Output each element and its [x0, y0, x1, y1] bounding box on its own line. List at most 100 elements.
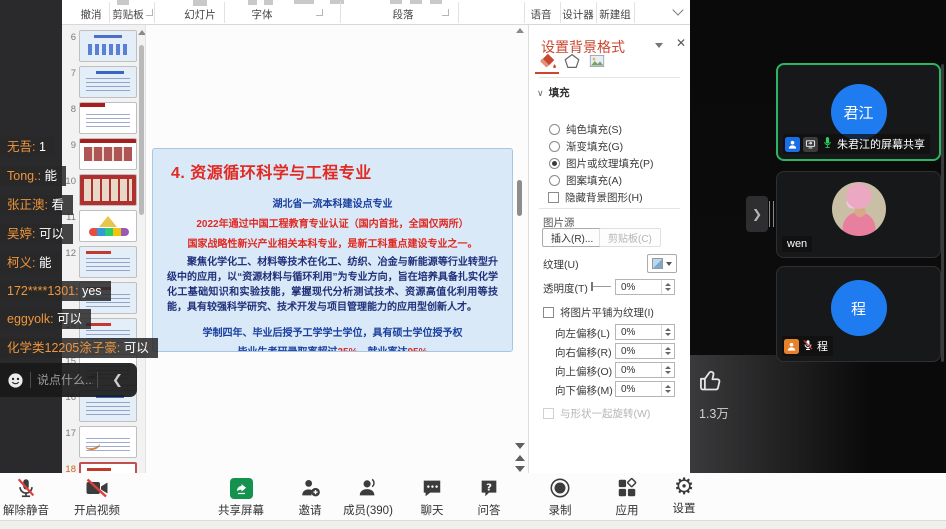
settings-icon: ⚙ [647, 475, 721, 497]
radio-gradient-fill[interactable]: 渐变填充(G) [549, 139, 623, 153]
start-video-button[interactable]: 开启视频 [60, 477, 134, 518]
previous-slide-icon[interactable] [515, 455, 525, 461]
paragraph-dialog-launcher-icon[interactable] [442, 9, 449, 16]
chat-input-bar: ❮ [0, 363, 137, 397]
slide-body-text: 聚焦化学化工、材料等技术在化工、纺织、冶金与新能源等行业转型升级中的应用，以“资… [163, 255, 502, 315]
thumbnail-scroll-up-icon[interactable] [138, 30, 146, 35]
like-widget[interactable]: 1.3万 [697, 367, 757, 422]
chat-message: 化学类12205涂子豪: 可以 [0, 338, 158, 358]
chat-message: 吴婷: 可以 [0, 224, 73, 244]
collapse-ribbon-icon[interactable] [672, 4, 683, 15]
slide-content-box[interactable]: 4. 资源循环科学与工程专业 湖北省一流本科建设点专业 2022年通过中国工程教… [152, 148, 513, 352]
radio-pattern-fill[interactable]: 图案填充(A) [549, 173, 622, 187]
slide-subtitle-3: 国家战略性新兴产业相关本科专业，是新工科重点建设专业之一。 [163, 235, 502, 250]
offset-down-label: 向下偏移(M) [555, 383, 613, 398]
transparency-slider[interactable] [593, 286, 611, 287]
qa-button[interactable]: ? 问答 [452, 477, 526, 518]
slide-scrollbar[interactable] [517, 180, 522, 216]
offset-left-label: 向左偏移(L) [555, 326, 610, 341]
ribbon-group-designer[interactable]: 设计器 [562, 7, 594, 22]
participant-tile-junjiang[interactable]: 君江 朱君江的屏幕共享 [776, 63, 941, 161]
fill-section-header[interactable]: ∨填充 [537, 85, 570, 100]
checkbox-tile-picture[interactable]: 将图片平铺为纹理(I) [543, 305, 654, 319]
slide-footer-1: 学制四年、毕业后授予工学学士学位，具有硕士学位授予权 [163, 324, 502, 339]
ribbon-group-font[interactable]: 字体 [252, 7, 273, 22]
ribbon-group-slides[interactable]: 幻灯片 [184, 7, 216, 22]
transparency-spinner[interactable]: 0% [615, 279, 675, 295]
members-button[interactable]: 成员(390) [331, 477, 405, 518]
chat-input[interactable] [31, 373, 97, 387]
slide-thumb-11[interactable]: 11 [62, 210, 146, 246]
offset-down-spinner[interactable]: 0% [615, 381, 675, 397]
tab-shape-pentagon-icon[interactable] [560, 48, 584, 74]
slide-thumb-6[interactable]: 6 [62, 30, 146, 66]
slide-thumbnail-panel: 6 7 8 9 10 11 12 13 14 15 16 17 18 [62, 25, 146, 473]
panel-drag-handle[interactable] [769, 201, 774, 227]
ribbon-group-voice[interactable]: 语音 [531, 7, 552, 22]
transparency-label: 透明度(T) [543, 281, 588, 296]
member-icon [784, 339, 799, 354]
offset-left-spinner[interactable]: 0% [615, 324, 675, 340]
offset-up-spinner[interactable]: 0% [615, 362, 675, 378]
ribbon-group-paragraph[interactable]: 段落 [393, 7, 414, 22]
chat-message: Tong.: 能 [0, 166, 66, 186]
checkbox-rotate-with-shape[interactable]: 与形状一起旋转(W) [543, 406, 650, 420]
tab-fill-bucket-icon[interactable] [535, 48, 559, 74]
slide-thumb-12[interactable]: 12 [62, 246, 146, 282]
participant-label: 程 [782, 336, 833, 356]
participant-scrollbar[interactable] [941, 64, 944, 362]
participant-tile-cheng[interactable]: 程 程 [776, 266, 941, 362]
thumbnail-scrollbar[interactable] [139, 45, 144, 215]
tab-picture-icon[interactable] [585, 48, 609, 74]
texture-dropdown[interactable] [647, 254, 677, 273]
svg-text:?: ? [486, 482, 492, 493]
radio-solid-fill[interactable]: 纯色填充(S) [549, 122, 622, 136]
emoji-icon[interactable] [0, 372, 30, 389]
settings-button[interactable]: ⚙ 设置 [647, 475, 721, 516]
next-slide-icon[interactable] [515, 466, 525, 472]
checkbox-hide-background[interactable]: 隐藏背景图形(H) [548, 190, 643, 204]
texture-label: 纹理(U) [543, 257, 579, 272]
mic-muted-icon [802, 339, 814, 354]
scroll-down-icon[interactable] [515, 443, 525, 449]
meeting-toolbar: 解除静音 开启视频 共享屏幕 邀请 成员(390) 聊天 ? 问答 [0, 473, 946, 520]
slide-thumb-18[interactable]: 18 [62, 462, 146, 473]
mic-on-icon [821, 136, 834, 152]
participant-label: wen [782, 236, 812, 252]
radio-picture-texture-fill[interactable]: 图片或纹理填充(P) [549, 156, 654, 170]
panel-menu-icon[interactable] [655, 43, 663, 48]
bottom-strip [0, 520, 946, 529]
slide-thumb-17[interactable]: 17 [62, 426, 146, 462]
slide-thumb-8[interactable]: 8 [62, 102, 146, 138]
chat-collapse-icon[interactable]: ❮ [98, 372, 137, 388]
thumbs-up-icon[interactable] [697, 381, 724, 398]
slide-thumb-7[interactable]: 7 [62, 66, 146, 102]
clipboard-dialog-launcher-icon[interactable] [146, 9, 153, 16]
share-screen-button[interactable]: 共享屏幕 [204, 477, 278, 518]
clipboard-button[interactable]: 剪贴板(C) [599, 228, 661, 247]
slide-edit-area[interactable]: 4. 资源循环科学与工程专业 湖北省一流本科建设点专业 2022年通过中国工程教… [146, 25, 528, 473]
offset-up-label: 向上偏移(O) [555, 364, 612, 379]
ribbon-group-newgroup[interactable]: 新建组 [599, 7, 631, 22]
participant-tile-wen[interactable]: wen [776, 171, 941, 258]
slide-thumb-9[interactable]: 9 [62, 138, 146, 174]
slide-scroll-up-icon[interactable] [516, 28, 524, 33]
panel-close-icon[interactable]: ✕ [676, 36, 686, 50]
panel-collapse-icon[interactable]: ❯ [746, 196, 768, 232]
meeting-window: 撤消 剪贴板 幻灯片 字体 段落 语音 设计器 新建组 6 7 8 9 10 1… [0, 0, 946, 529]
members-icon [331, 477, 405, 499]
slide-subtitle-2: 2022年通过中国工程教育专业认证（国内首批，全国仅两所） [163, 215, 502, 230]
chat-message: eggyolk: 可以 [0, 309, 91, 329]
font-dialog-launcher-icon[interactable] [316, 9, 323, 16]
participant-label: 朱君江的屏幕共享 [783, 134, 930, 154]
unmute-button[interactable]: 解除静音 [0, 477, 63, 518]
ribbon-group-undo[interactable]: 撤消 [81, 7, 102, 22]
record-button[interactable]: 录制 [523, 477, 597, 518]
slide-thumb-10[interactable]: 10 [62, 174, 146, 210]
format-background-panel: 设置背景格式 ✕ ∨填充 纯色填充(S) 渐变填充(G) 图片或纹理填充(P) … [528, 25, 690, 473]
offset-right-spinner[interactable]: 0% [615, 343, 675, 359]
ribbon-group-clipboard[interactable]: 剪贴板 [112, 7, 144, 22]
share-screen-icon [204, 477, 278, 499]
insert-picture-button[interactable]: 插入(R)... [542, 228, 602, 247]
chat-message: 柯义: 能 [0, 253, 60, 273]
